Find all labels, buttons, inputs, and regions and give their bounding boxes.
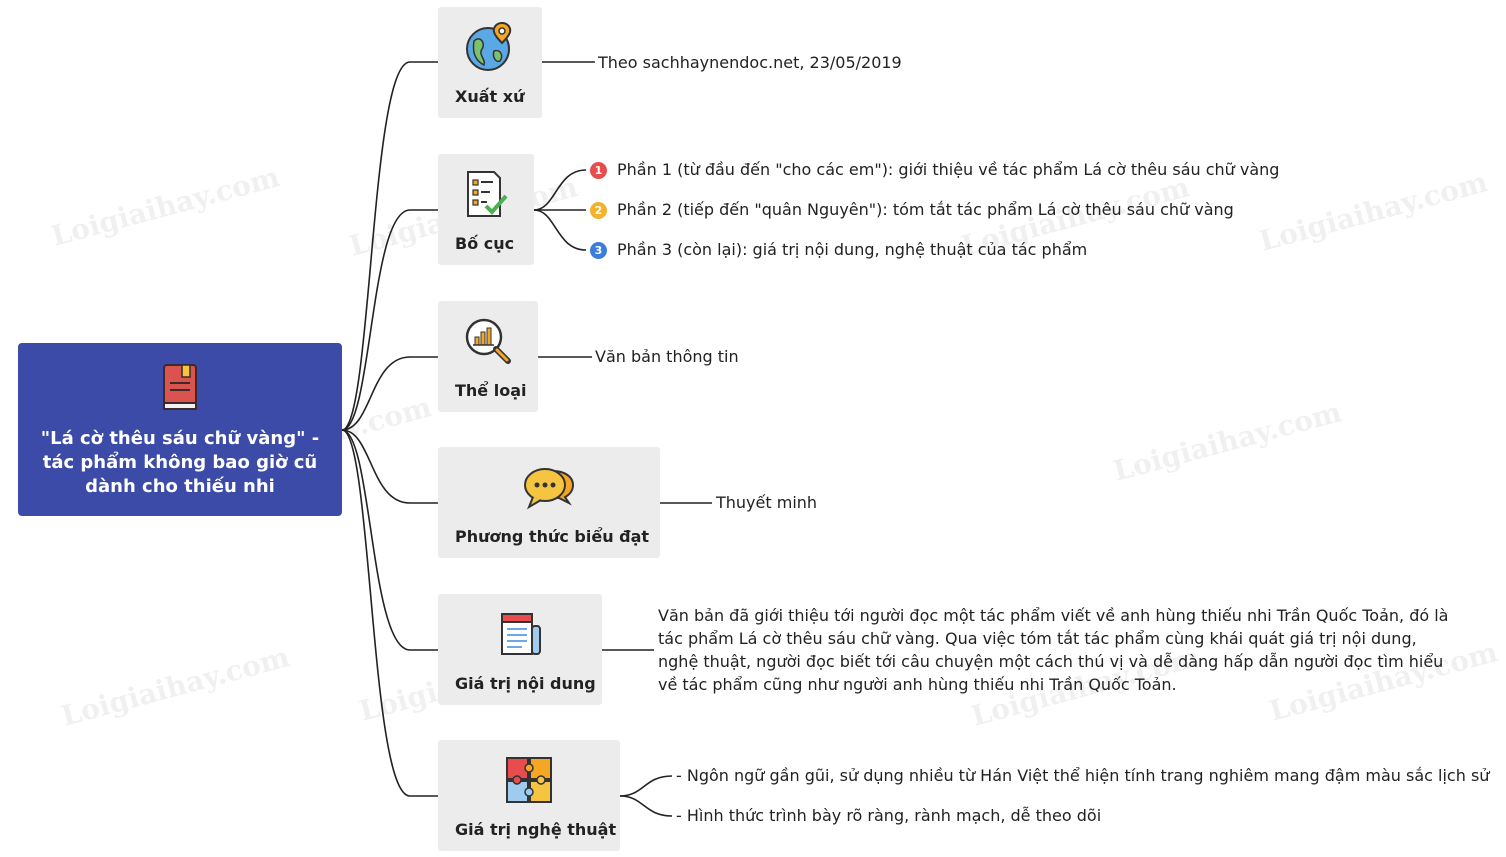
leaf-nghe-thuat-1: - Ngôn ngữ gần gũi, sử dụng nhiều từ Hán… <box>676 766 1490 785</box>
magnifier-chart-icon <box>465 318 511 364</box>
leaf-xuat-xu: Theo sachhaynendoc.net, 23/05/2019 <box>598 53 902 72</box>
globe-pin-icon <box>466 21 512 71</box>
node-label: Thể loại <box>455 381 527 400</box>
connector-leaf-bo-cuc-1 <box>533 169 587 211</box>
leaf-bo-cuc-3: Phần 3 (còn lại): giá trị nội dung, nghệ… <box>617 240 1088 259</box>
badge-1: 1 <box>590 162 607 179</box>
leaf-nghe-thuat-2: - Hình thức trình bày rõ ràng, rành mạch… <box>676 806 1102 825</box>
leaf-gia-tri-noi-dung: Văn bản đã giới thiệu tới người đọc một … <box>658 606 1449 694</box>
root-topic[interactable]: "Lá cờ thêu sáu chữ vàng" - tác phẩm khô… <box>18 343 342 516</box>
root-title-line: dành cho thiếu nhi <box>85 476 275 497</box>
node-label: Phương thức biểu đạt <box>455 527 650 546</box>
leaf-bo-cuc-1: Phần 1 (từ đầu đến "cho các em"): giới t… <box>617 160 1280 179</box>
node-the-loai[interactable]: Thể loại <box>438 301 538 412</box>
root-title-line: "Lá cờ thêu sáu chữ vàng" - <box>40 428 320 449</box>
node-gia-tri-noi-dung[interactable]: Giá trị nội dung <box>438 594 602 705</box>
node-label: Bố cục <box>455 234 515 253</box>
checklist-icon <box>467 171 508 217</box>
root-title-line: tác phẩm không bao giờ cũ <box>42 452 318 473</box>
leaf-phuong-thuc: Thuyết minh <box>716 493 818 512</box>
node-label: Xuất xứ <box>455 87 525 106</box>
node-bo-cuc[interactable]: Bố cục <box>438 154 534 265</box>
document-icon <box>501 613 541 655</box>
node-label: Giá trị nghệ thuật <box>455 820 617 839</box>
node-label: Giá trị nội dung <box>455 674 596 693</box>
leaf-the-loai: Văn bản thông tin <box>595 347 739 366</box>
node-phuong-thuc[interactable]: Phương thức biểu đạt <box>438 447 660 558</box>
connector-xuat-xu <box>341 61 438 431</box>
root-title: "Lá cờ thêu sáu chữ vàng" - tác phẩm khô… <box>28 427 332 499</box>
badge-3: 3 <box>590 242 607 259</box>
node-gia-tri-nghe-thuat[interactable]: Giá trị nghệ thuật <box>438 740 620 851</box>
badge-2: 2 <box>590 202 607 219</box>
connector-leaf-nghe-thuat-2 <box>619 795 673 817</box>
puzzle-icon <box>506 757 552 803</box>
book-icon <box>163 364 197 410</box>
node-xuat-xu[interactable]: Xuất xứ <box>438 7 542 118</box>
connector-gia-tri-nghe-thuat <box>341 429 438 797</box>
chat-bubbles-icon <box>524 468 575 510</box>
leaf-bo-cuc-2: Phần 2 (tiếp đến "quân Nguyên"): tóm tắt… <box>617 200 1234 219</box>
connector-leaf-bo-cuc-3 <box>533 209 587 251</box>
connector-leaf-nghe-thuat-1 <box>619 775 673 797</box>
